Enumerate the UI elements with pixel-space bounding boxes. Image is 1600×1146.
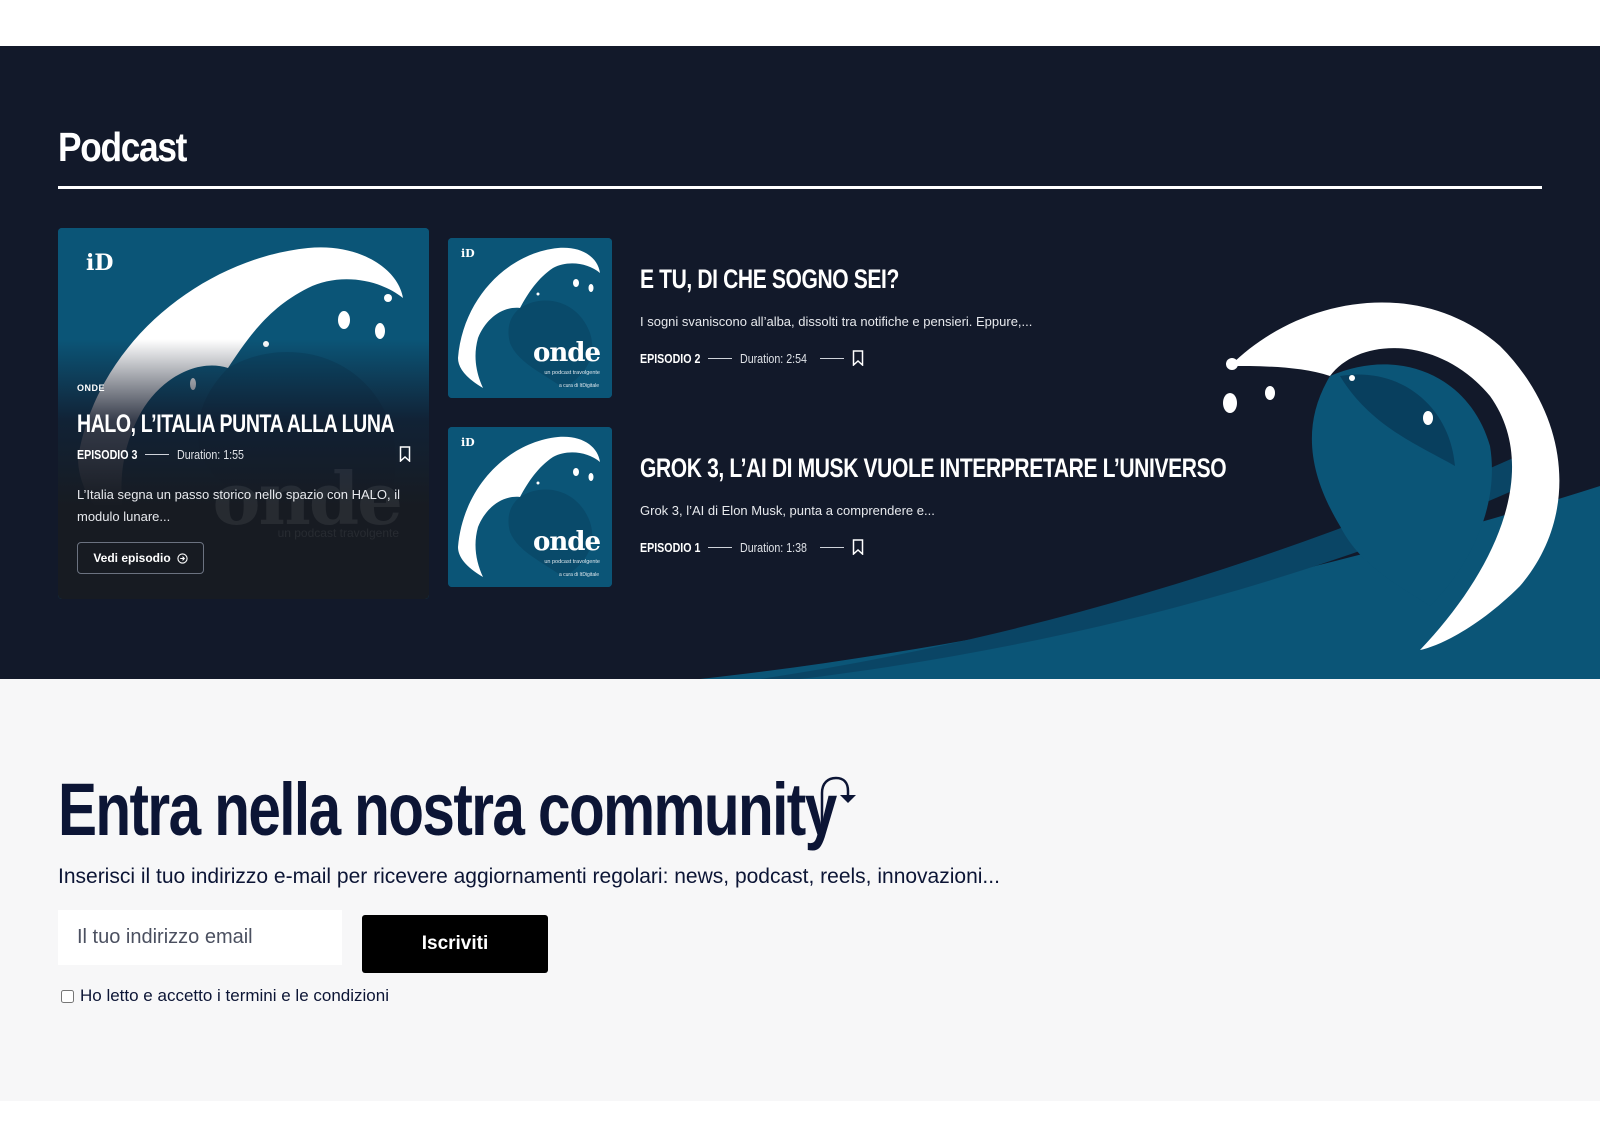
view-episode-label: Vedi episodio	[93, 551, 171, 565]
episode-duration: Duration: 1:55	[177, 446, 244, 462]
episode-meta: EPISODIO 1 Duration: 1:38	[640, 539, 864, 555]
onde-brand-watermark-sub: un podcast travolgente	[277, 526, 399, 540]
bookmark-icon[interactable]	[852, 539, 864, 555]
view-episode-button[interactable]: Vedi episodio	[77, 542, 204, 574]
episode-number: EPISODIO 2	[640, 350, 701, 366]
episode-number: EPISODIO 1	[640, 539, 701, 555]
bookmark-icon[interactable]	[399, 446, 411, 462]
episode-duration: Duration: 2:54	[740, 350, 807, 366]
episode-duration: Duration: 1:38	[740, 539, 807, 555]
featured-excerpt: L’Italia segna un passo storico nello sp…	[77, 487, 401, 524]
onde-brand: onde	[533, 527, 601, 557]
episode-row[interactable]: iD onde un podcast travolgente a cura di…	[448, 427, 1227, 587]
episode-excerpt: I sogni svaniscono all’alba, dissolti tr…	[640, 314, 1033, 329]
section-title: Podcast	[58, 124, 187, 170]
episode-meta: EPISODIO 2 Duration: 2:54	[640, 350, 864, 366]
meta-divider	[708, 546, 732, 548]
thumbnail-credit: a cura di ItDigitale	[558, 383, 599, 389]
bookmark-icon[interactable]	[852, 350, 864, 366]
community-title: Entra nella nostra community	[58, 768, 837, 851]
episode-thumbnail[interactable]: iD onde un podcast travolgente a cura di…	[448, 427, 612, 587]
id-logo: iD	[461, 247, 475, 260]
episode-title[interactable]: GROK 3, L’AI DI MUSK VUOLE INTERPRETARE …	[640, 453, 1227, 484]
community-subtitle: Inserisci il tuo indirizzo e-mail per ri…	[58, 865, 1000, 888]
subscribe-button[interactable]: Iscriviti	[362, 915, 548, 973]
email-input[interactable]	[58, 910, 342, 965]
meta-divider	[820, 357, 844, 359]
curved-arrow-icon	[820, 776, 856, 835]
id-logo: iD	[461, 436, 475, 449]
thumbnail-credit: a cura di ItDigitale	[558, 572, 599, 578]
community-section: Entra nella nostra community Inserisci i…	[0, 679, 1600, 1101]
episode-thumbnail[interactable]: iD onde un podcast travolgente a cura di…	[448, 238, 612, 398]
episode-excerpt: Grok 3, l’AI di Elon Musk, punta a compr…	[640, 503, 935, 518]
meta-divider	[145, 453, 169, 455]
episode-number: EPISODIO 3	[77, 446, 138, 462]
meta-divider	[820, 546, 844, 548]
podcast-section: Podcast iD onde un podcast travolgente O…	[0, 46, 1600, 679]
terms-checkbox[interactable]	[61, 989, 74, 1003]
episode-title[interactable]: E TU, DI CHE SOGNO SEI?	[640, 264, 899, 295]
arrow-circle-icon	[177, 552, 188, 564]
featured-title[interactable]: HALO, L’ITALIA PUNTA ALLA LUNA	[77, 410, 395, 439]
terms-row[interactable]: Ho letto e accetto i termini e le condiz…	[61, 986, 389, 1006]
onde-brand: onde	[533, 338, 601, 368]
meta-divider	[708, 357, 732, 359]
id-logo: iD	[86, 250, 114, 276]
onde-brand-sub: un podcast travolgente	[544, 559, 600, 565]
onde-brand-sub: un podcast travolgente	[544, 370, 600, 376]
terms-label: Ho letto e accetto i termini e le condiz…	[80, 986, 389, 1005]
featured-meta: EPISODIO 3 Duration: 1:55	[77, 446, 411, 462]
episode-row[interactable]: iD onde un podcast travolgente a cura di…	[448, 238, 1148, 398]
section-divider	[58, 186, 1542, 189]
featured-kicker: ONDE	[77, 383, 106, 393]
featured-episode-card[interactable]: iD onde un podcast travolgente ONDE HALO…	[58, 228, 429, 599]
